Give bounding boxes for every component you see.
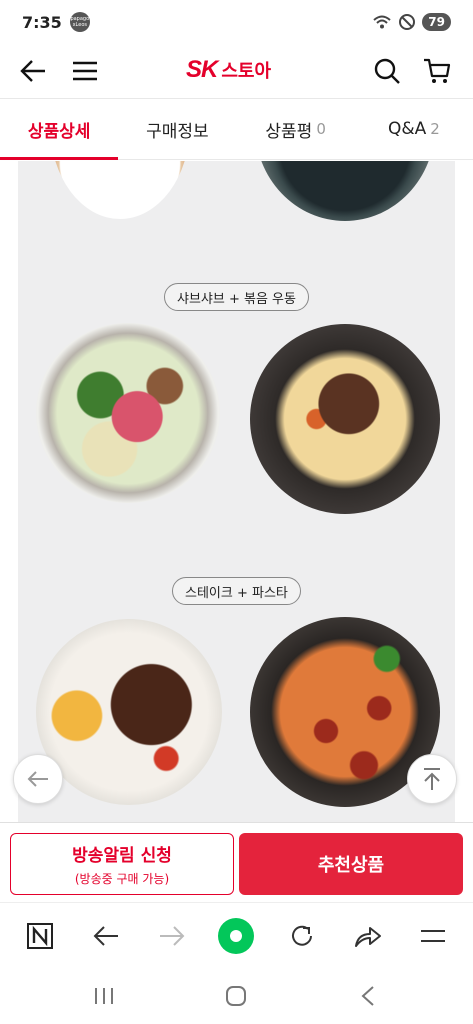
papago-notification-icon: papago xLeos [69, 12, 90, 32]
search-button[interactable] [368, 52, 406, 90]
recent-apps-icon [95, 988, 113, 1004]
cart-button[interactable] [418, 52, 456, 90]
logo-store: 스토아 [221, 61, 272, 82]
search-icon [374, 58, 400, 84]
recommended-products-button[interactable]: 추천상품 [239, 833, 463, 895]
battery-level: 79 [422, 13, 451, 31]
pill-steak-pasta: 스테이크 + 파스타 [172, 577, 301, 605]
chevron-left-icon [361, 986, 374, 1006]
menu-icon [421, 930, 445, 942]
review-count: 0 [316, 120, 326, 138]
home-icon [226, 986, 246, 1006]
back-icon [93, 926, 118, 946]
stir-fried-udon-image [250, 324, 440, 514]
browser-back-button[interactable] [86, 916, 126, 956]
logo-sk: SK [186, 56, 218, 83]
arrow-up-icon [424, 768, 440, 790]
naver-home-button[interactable] [20, 916, 60, 956]
broadcast-alert-button[interactable]: 방송알림 신청 (방송중 구매 가능) [10, 833, 234, 895]
scroll-to-top-button[interactable] [407, 754, 457, 804]
browser-share-button[interactable] [348, 916, 388, 956]
prev-image-button[interactable] [13, 754, 63, 804]
status-time: 7:35 [22, 12, 62, 32]
steak-image [36, 619, 222, 805]
alert-button-subtitle: (방송중 구매 가능) [74, 872, 170, 886]
naver-n-icon [27, 923, 53, 949]
browser-forward-button[interactable] [152, 916, 192, 956]
product-detail-content[interactable]: 샤브샤브 + 볶음 우동 스테이크 + 파스타 [0, 161, 473, 822]
tab-qna[interactable]: Q&A 2 [355, 99, 473, 159]
system-back-button[interactable] [348, 980, 388, 1012]
home-dot-icon [218, 918, 254, 954]
menu-icon [73, 61, 97, 81]
sk-stoa-logo[interactable]: SK 스토아 [186, 56, 271, 84]
status-bar: 7:35 papago xLeos 79 [0, 0, 473, 44]
do-not-disturb-icon [399, 14, 416, 30]
browser-refresh-button[interactable] [282, 916, 322, 956]
tab-product-detail[interactable]: 상품상세 [0, 99, 119, 160]
product-tabs: 상품상세 구매정보 상품평 0 Q&A 2 [0, 98, 473, 160]
green-dot-button[interactable] [216, 916, 256, 956]
back-arrow-icon [20, 60, 45, 82]
alert-button-title: 방송알림 신청 [72, 846, 172, 866]
forward-icon [160, 926, 185, 946]
browser-menu-button[interactable] [413, 916, 453, 956]
system-navigation-bar [0, 968, 473, 1024]
cart-icon [424, 58, 451, 83]
refresh-icon [292, 925, 312, 946]
tab-reviews[interactable]: 상품평 0 [237, 99, 355, 159]
recent-apps-button[interactable] [84, 980, 124, 1012]
share-icon [355, 927, 381, 947]
pill-shabu-udon: 샤브샤브 + 볶음 우동 [164, 283, 309, 311]
menu-button[interactable] [66, 52, 104, 90]
qna-count: 2 [430, 120, 440, 138]
wifi-icon [373, 15, 391, 29]
bottom-action-bar: 방송알림 신청 (방송중 구매 가능) 추천상품 [0, 822, 473, 902]
shabu-shabu-image [36, 323, 220, 503]
home-button[interactable] [216, 980, 256, 1012]
tab-purchase-info[interactable]: 구매정보 [118, 99, 236, 159]
back-button[interactable] [14, 52, 52, 90]
app-header: SK 스토아 [0, 44, 473, 98]
left-arrow-icon [27, 771, 48, 787]
browser-toolbar [0, 902, 473, 968]
